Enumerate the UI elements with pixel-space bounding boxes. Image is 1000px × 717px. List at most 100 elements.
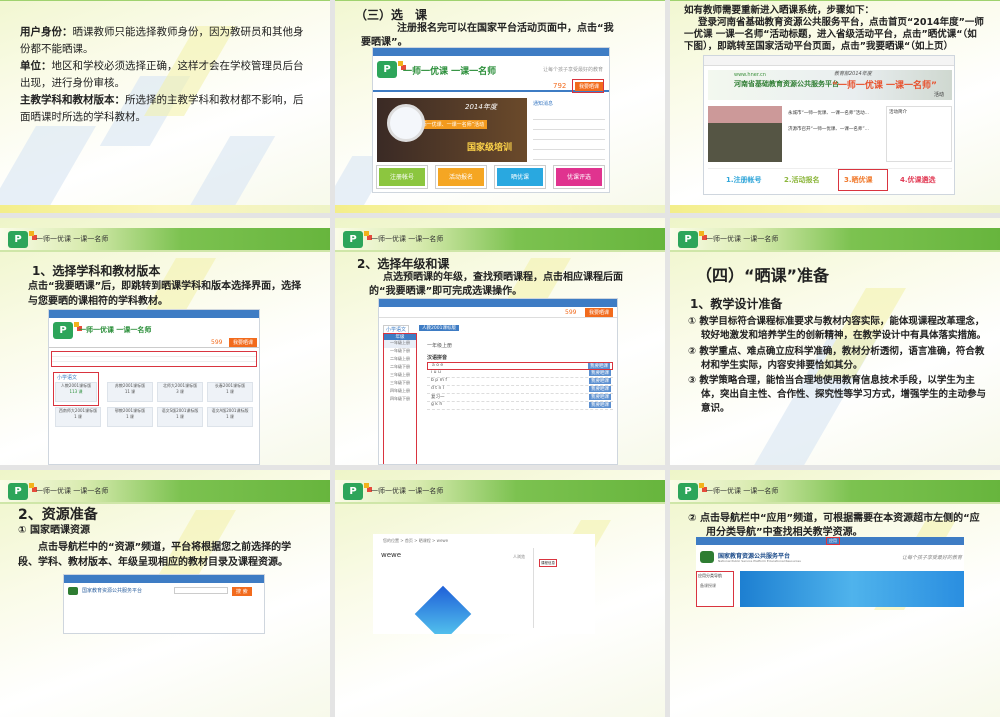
step-2[interactable]: 活动报名 [435, 165, 487, 189]
embedded-screenshot: www.hner.cn 河南省基础教育资源公共服务平台 教育部2014年度 “一… [703, 55, 955, 195]
slide-thumbnail-4[interactable]: P 一师一优课 一课一名师 1、选择学科和教材版本 点击“我要晒课”后，即跳转到晒… [0, 218, 330, 465]
lesson-name: a o e [432, 363, 444, 368]
side-item[interactable]: 备课授课 [697, 580, 733, 592]
item-text: 教学重点、难点确立应科学准确，教材分析透彻，语言准确，符合教材和学生实际，内容安… [699, 346, 985, 371]
edition-tile[interactable]: 长春2001课标版 1 课 [207, 382, 253, 402]
current-grade: 一年级上册 [427, 343, 453, 349]
step-label: 注册帐号 [389, 174, 414, 181]
news-photo [708, 106, 782, 162]
lesson-title: wewe [381, 551, 402, 559]
slide-title: 2、资源准备 [18, 507, 98, 523]
logo-icon: P [678, 483, 704, 500]
grade-item[interactable]: 二年级下册 [384, 364, 416, 372]
sub-nav [379, 309, 617, 318]
slide-thumbnail-3[interactable]: 如有教师需要重新进入晒课系统，步骤如下： 登录河南省基础教育资源公共服务平台，点… [670, 0, 1000, 213]
view-count: 人浏览 [513, 554, 525, 559]
slide-thumbnail-8[interactable]: P 一师一优课 一课一名师 您的位置 > 首页 > 晒课程 > wewe wewe… [335, 470, 665, 717]
item-number: ① [688, 316, 697, 327]
share-lesson-button[interactable]: 我要晒课 [589, 402, 611, 408]
edition-count: 1 课 [226, 414, 234, 419]
edition-tile[interactable]: 人教2001课标版 113 课 [55, 382, 97, 402]
edition-count: 11 课 [124, 389, 136, 394]
lesson-row: 复习一 我要晒课 [427, 394, 613, 402]
header-title: 一师一优课 一课一名师 [706, 235, 779, 243]
grade-item[interactable]: 四年级下册 [384, 396, 416, 404]
step-1[interactable]: 1.注册帐号 [726, 175, 762, 185]
step-2[interactable]: 2.活动报名 [784, 175, 820, 185]
slide-thumbnail-2[interactable]: （三）选 课 注册报名完可以在国家平台活动页面中，点击“我要晒课”。 P 一师一… [335, 0, 665, 213]
grade-item[interactable]: 一年级下册 [384, 348, 416, 356]
edition-tile[interactable]: 语文S版2001课标版 1 课 [157, 407, 203, 427]
decorative-shape [189, 136, 276, 206]
item-text: 教学目标符合课程标准要求与教材内容实际，能体现课程改革理念，较好地激发和培养学生… [699, 316, 987, 341]
platform-logo-icon [700, 551, 714, 563]
step-label: 优课评选 [566, 174, 591, 181]
embedded-screenshot: 599 我要晒课 小学语文 人教2001课标版 年级 一年级上册 一年级下册 二… [378, 298, 618, 465]
slide-body-text: 用户身份：晒课教师只能选择教师身份，因为教研员和其他身份都不能晒课。 单位：地区… [20, 24, 312, 126]
slide-title: （四）“晒课”准备 [696, 266, 830, 285]
notice-title: 通知消息 [533, 101, 554, 107]
share-lesson-button[interactable]: 我要晒课 [589, 378, 611, 384]
edition-tile[interactable]: 西南师大2001课标版 1 课 [55, 407, 101, 427]
step-3[interactable]: 晒优课 [494, 165, 546, 189]
course-info-tab[interactable]: 课程信息 [539, 559, 557, 567]
lesson-list: a o e 我要晒课 i u ü 我要晒课 b p m f 我要晒课 d t n l 我… [427, 362, 613, 410]
criteria-item: ① 教学目标符合课程标准要求与教材内容实际，能体现课程改革理念，较好地激发和培养… [688, 315, 988, 343]
grade-item[interactable]: 三年级上册 [384, 372, 416, 380]
edition-select[interactable]: 人教2001课标版 [419, 325, 459, 331]
slide-header: P 一师一优课 一课一名师 [670, 228, 1000, 252]
edition-tile[interactable]: 语文A版2001课标版 1 课 [207, 407, 253, 427]
item-text: 地区和学校必须选择正确，这样才会在学校管理员后台出现，进行身份审核。 [20, 60, 304, 89]
lesson-row: d t n l 我要晒课 [427, 386, 613, 394]
share-lesson-button[interactable]: 我要晒课 [229, 338, 258, 347]
slide-header: P 一师一优课 一课一名师 [670, 480, 1000, 504]
slide-body-text: ② 点击导航栏中“应用”频道，可根据需要在本资源超市左侧的“应用分类导航”中查找… [688, 513, 980, 538]
platform-name-en: National Public Service Platform Educati… [718, 559, 801, 563]
step-4[interactable]: 优课评选 [553, 165, 605, 189]
embedded-screenshot: P 一师一优课 一课一名师 让每个孩子享受最好的教育 792 我要晒课 2014… [372, 47, 610, 193]
lesson-row: a o e 我要晒课 [427, 362, 613, 370]
top-nav-bar [379, 299, 617, 307]
share-lesson-button[interactable]: 我要晒课 [588, 363, 610, 369]
step-1[interactable]: 注册帐号 [376, 165, 428, 189]
item-label: 单位： [20, 60, 52, 72]
share-lesson-button[interactable]: 我要晒课 [589, 370, 611, 376]
share-lesson-button[interactable]: 我要晒课 [589, 394, 611, 400]
nav-item-apps[interactable]: 应用 [826, 537, 840, 545]
edition-tile[interactable]: 苏教2001课标版 11 课 [107, 382, 153, 402]
lesson-row: i u ü 我要晒课 [427, 370, 613, 378]
unit-title: 汉语拼音 [427, 355, 448, 361]
top-nav-bar: 应用 [696, 537, 964, 545]
grade-item[interactable]: 三年级下册 [384, 380, 416, 388]
banner-main: “一师一优课 一课一名师” [832, 81, 937, 91]
grade-item[interactable]: 二年级上册 [384, 356, 416, 364]
share-lesson-button[interactable]: 我要晒课 [589, 386, 611, 392]
slide-thumbnail-7[interactable]: P 一师一优课 一课一名师 2、资源准备 ① 国家晒课资源 点击导航栏中的“资源”… [0, 470, 330, 717]
course-count: 599 [211, 339, 223, 346]
notice-list [533, 110, 605, 160]
edition-count: 3 课 [176, 389, 184, 394]
lesson-name: g k h [431, 402, 443, 407]
slide-thumbnail-9[interactable]: P 一师一优课 一课一名师 ② 点击导航栏中“应用”频道，可根据需要在本资源超市左… [670, 470, 1000, 717]
share-lesson-button[interactable]: 我要晒课 [585, 308, 614, 317]
step-4[interactable]: 4.优课遴选 [900, 175, 936, 185]
breadcrumb: 您的位置 > 首页 > 晒课程 > wewe [383, 538, 449, 543]
site-slogan: 让每个孩子享受最好的教育 [901, 555, 962, 561]
slide-thumbnail-6[interactable]: P 一师一优课 一课一名师 （四）“晒课”准备 1、教学设计准备 ① 教学目标符合… [670, 218, 1000, 465]
site-logo: P [377, 61, 403, 78]
platform-logo-icon [68, 587, 78, 595]
search-button[interactable]: 搜 索 [232, 587, 252, 596]
edition-tile[interactable]: 鄂教2001课标版 1 课 [107, 407, 153, 427]
grade-item[interactable]: 四年级上册 [384, 388, 416, 396]
platform-url: www.hner.cn [734, 72, 766, 78]
top-nav-bar [373, 48, 609, 56]
side-title: 应用分类导航 [698, 573, 722, 578]
grade-item[interactable]: 一年级上册 [384, 340, 416, 348]
top-nav-bar [64, 575, 264, 583]
slide-thumbnail-5[interactable]: P 一师一优课 一课一名师 2、选择年级和课 点选预晒课的年级，查找预晒课程，点击… [335, 218, 665, 465]
edition-count: 1 课 [226, 389, 234, 394]
edition-tile[interactable]: 北师大2001课标版 3 课 [157, 382, 203, 402]
slide-thumbnail-1[interactable]: 用户身份：晒课教师只能选择教师身份，因为教研员和其他身份都不能晒课。 单位：地区… [0, 0, 330, 213]
search-input[interactable] [174, 587, 228, 594]
news-item: 济源市召开“一师一优课、一课一名师”... [788, 127, 869, 132]
